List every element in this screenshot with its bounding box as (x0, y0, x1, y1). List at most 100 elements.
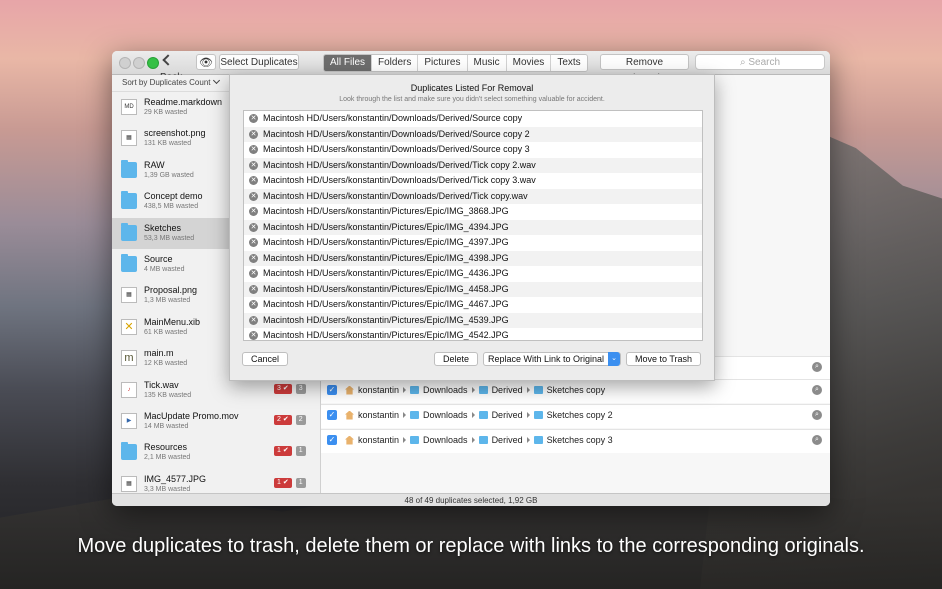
sidebar-item[interactable]: ▦ IMG_4577.JPG 3,3 MB wasted 1 ✔ 1 (112, 469, 320, 493)
dropdown-arrow-icon[interactable]: ⌄ (608, 352, 620, 366)
list-item[interactable]: ✕ Macintosh HD/Users/konstantin/Downloads… (244, 111, 702, 127)
search-placeholder: Search (748, 57, 781, 68)
remove-item-icon[interactable]: ✕ (249, 238, 258, 247)
objc-icon: m (121, 350, 137, 367)
home-icon (345, 410, 354, 420)
list-item[interactable]: ✕ Macintosh HD/Users/konstantin/Pictures/… (244, 250, 702, 266)
remove-item-icon[interactable]: ✕ (249, 253, 258, 263)
list-item[interactable]: ✕ Macintosh HD/Users/konstantin/Pictures/… (244, 219, 702, 235)
folder-icon (410, 411, 420, 419)
crumb: Downloads (423, 385, 468, 395)
select-duplicates-button[interactable]: Select Duplicates (219, 54, 299, 70)
folder-icon (478, 386, 488, 394)
remove-item-icon[interactable]: ✕ (249, 145, 258, 154)
eye-icon: 👁 (199, 57, 213, 69)
image-doc-icon: ▦ (121, 130, 137, 147)
minimize-window-button[interactable] (133, 57, 145, 69)
crumb: Derived (491, 410, 523, 420)
path-row[interactable]: ✓ konstantin Downloads Derived Sketches … (321, 379, 830, 403)
promo-caption: Move duplicates to trash, delete them or… (77, 535, 865, 557)
remove-selected-button[interactable]: Remove Selected... (600, 54, 689, 84)
remove-item-icon[interactable]: ✕ (249, 176, 258, 185)
tab-music[interactable]: Music (466, 55, 506, 71)
replace-with-link-button[interactable]: Replace With Link to Original ⌄ (483, 352, 621, 366)
breadcrumb: konstantin Downloads Derived Sketches co… (345, 385, 605, 395)
remove-item-icon[interactable]: ✕ (249, 191, 258, 201)
status-bar: 48 of 49 duplicates selected, 1,92 GB (112, 493, 830, 506)
zoom-window-button[interactable] (147, 57, 159, 69)
close-window-button[interactable] (119, 57, 131, 69)
sidebar-item[interactable]: Resources 2,1 MB wasted 1 ✔ 1 (112, 437, 320, 468)
item-name: MainMenu.xib (144, 316, 201, 327)
cancel-button[interactable]: Cancel (242, 352, 288, 366)
search-input[interactable]: ⌕ Search (695, 54, 825, 70)
remove-item-icon[interactable]: ✕ (249, 284, 258, 294)
tab-pictures[interactable]: Pictures (417, 55, 467, 71)
tab-movies[interactable]: Movies (505, 55, 551, 71)
move-to-trash-button[interactable]: Move to Trash (626, 352, 701, 366)
remove-item-icon[interactable]: ✕ (249, 315, 258, 325)
item-size: 1,39 GB wasted (144, 171, 194, 179)
sheet-title: Duplicates Listed For Removal (410, 83, 534, 93)
remove-item-icon[interactable]: ✕ (249, 114, 258, 123)
magnifier-icon[interactable]: ⌕ (812, 362, 822, 372)
chevron-right-icon (471, 412, 475, 418)
filter-tabs: All Files Folders Pictures Music Movies … (323, 54, 588, 72)
tab-folders[interactable]: Folders (371, 55, 418, 71)
row-checkbox[interactable]: ✓ (327, 410, 337, 420)
removal-sheet: Duplicates Listed For Removal Look throu… (229, 74, 715, 381)
item-size: 61 KB wasted (144, 328, 188, 336)
list-item[interactable]: ✕ Macintosh HD/Users/konstantin/Pictures/… (244, 312, 702, 328)
item-name: Tick.wav (144, 379, 179, 390)
item-name: Readme.markdown (144, 97, 223, 107)
remove-item-icon[interactable]: ✕ (249, 222, 258, 232)
delete-button[interactable]: Delete (434, 352, 478, 366)
replace-label: Replace With Link to Original (487, 354, 605, 364)
path-row[interactable]: ✓ konstantin Downloads Derived Sketches … (321, 404, 830, 428)
list-item[interactable]: ✕ Macintosh HD/Users/konstantin/Pictures/… (244, 328, 702, 340)
list-item[interactable]: ✕ Macintosh HD/Users/konstantin/Pictures/… (244, 297, 702, 313)
list-item[interactable]: ✕ Macintosh HD/Users/konstantin/Pictures/… (244, 235, 702, 251)
remove-item-icon[interactable]: ✕ (249, 160, 258, 170)
magnifier-icon[interactable]: ⌕ (812, 410, 822, 420)
back-button[interactable]: Back (160, 54, 192, 83)
item-name: main.m (144, 348, 174, 359)
magnifier-icon[interactable]: ⌕ (812, 435, 822, 445)
list-item[interactable]: ✕ Macintosh HD/Users/konstantin/Downloads… (244, 142, 702, 158)
tab-all-files[interactable]: All Files (324, 55, 372, 71)
crumb: Sketches copy (546, 385, 606, 395)
path-row[interactable]: ✓ konstantin Downloads Derived Sketches … (321, 429, 830, 453)
remove-item-icon[interactable]: ✕ (249, 300, 258, 309)
item-size: 131 KB wasted (144, 140, 192, 148)
item-size: 29 KB wasted (144, 109, 188, 116)
crumb: konstantin (358, 410, 400, 420)
list-item[interactable]: ✕ Macintosh HD/Users/konstantin/Downloads… (244, 173, 702, 189)
list-item[interactable]: ✕ Macintosh HD/Users/konstantin/Downloads… (244, 188, 702, 204)
remove-item-icon[interactable]: ✕ (249, 207, 258, 216)
list-item[interactable]: ✕ Macintosh HD/Users/konstantin/Pictures/… (244, 281, 702, 297)
removal-list[interactable]: ✕ Macintosh HD/Users/konstantin/Downloads… (243, 110, 703, 341)
remove-item-icon[interactable]: ✕ (249, 269, 258, 278)
chevron-right-icon (403, 437, 407, 443)
folder-icon (121, 253, 137, 272)
item-size: 135 KB wasted (144, 391, 192, 399)
list-item[interactable]: ✕ Macintosh HD/Users/konstantin/Downloads… (244, 126, 702, 142)
preview-button[interactable]: 👁 (196, 54, 216, 70)
list-item[interactable]: ✕ Macintosh HD/Users/konstantin/Downloads… (244, 157, 702, 173)
list-item-path: Macintosh HD/Users/konstantin/Pictures/E… (263, 283, 509, 294)
list-item[interactable]: ✕ Macintosh HD/Users/konstantin/Pictures/… (244, 204, 702, 220)
remove-item-icon[interactable]: ✕ (249, 129, 258, 139)
toolbar: Back 👁 Select Duplicates All Files Folde… (112, 51, 830, 84)
list-item[interactable]: ✕ Macintosh HD/Users/konstantin/Pictures/… (244, 266, 702, 282)
chevron-right-icon (471, 437, 475, 443)
sidebar-item[interactable]: ▶ MacUpdate Promo.mov 14 MB wasted 2 ✔ 2 (112, 406, 320, 437)
magnifier-icon[interactable]: ⌕ (812, 385, 822, 395)
folder-icon (533, 436, 543, 444)
sort-label: Sort by Duplicates Count (122, 78, 211, 87)
chevron-right-icon (526, 387, 530, 393)
row-checkbox[interactable]: ✓ (327, 435, 337, 445)
folder-icon (533, 411, 543, 419)
tab-texts[interactable]: Texts (550, 55, 587, 71)
remove-item-icon[interactable]: ✕ (249, 331, 258, 340)
row-checkbox[interactable]: ✓ (327, 385, 337, 395)
